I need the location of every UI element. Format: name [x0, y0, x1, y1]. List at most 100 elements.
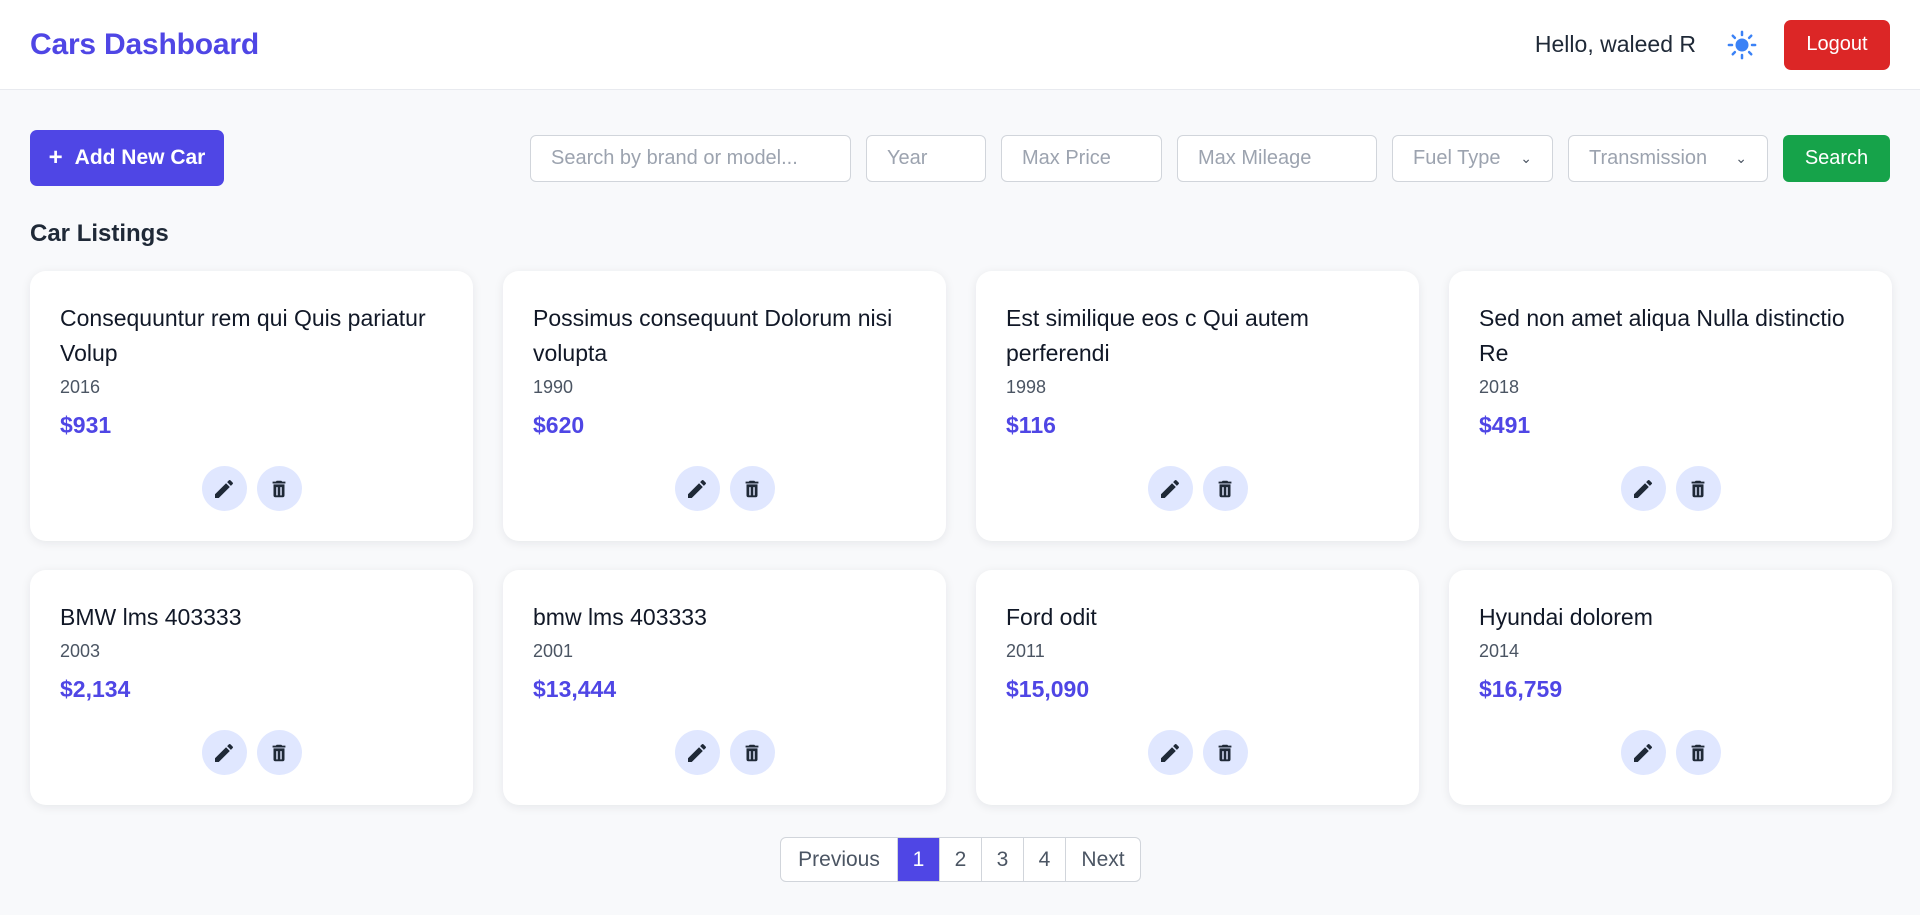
card-actions	[503, 730, 946, 775]
card-actions	[976, 466, 1419, 511]
transmission-select[interactable]: Transmission ⌄	[1568, 134, 1768, 182]
edit-button[interactable]	[201, 466, 247, 511]
car-year: 2018	[1479, 377, 1520, 397]
card-actions	[503, 466, 946, 511]
car-card: Ford odit 2011 $15,090	[976, 570, 1419, 805]
page-button-2[interactable]: 2	[939, 838, 981, 881]
max-mileage-input[interactable]	[1177, 134, 1377, 182]
car-year: 2001	[533, 641, 574, 661]
user-greeting: Hello, waleed R	[1534, 31, 1696, 57]
edit-button[interactable]	[1620, 466, 1666, 511]
page-button-3[interactable]: 3	[981, 838, 1023, 881]
pencil-icon	[1161, 479, 1180, 498]
chevron-down-icon: ⌄	[1735, 149, 1747, 166]
pencil-icon	[215, 479, 234, 498]
car-year: 2014	[1479, 641, 1520, 661]
next-page-button[interactable]: Next	[1065, 838, 1140, 881]
car-card: Hyundai dolorem 2014 $16,759	[1449, 570, 1892, 805]
delete-button[interactable]	[1202, 466, 1248, 511]
add-new-car-button[interactable]: + Add New Car	[30, 130, 224, 186]
car-year: 1998	[1006, 377, 1047, 397]
delete-button[interactable]	[1675, 730, 1721, 775]
delete-button[interactable]	[1675, 466, 1721, 511]
car-price: $931	[60, 412, 112, 438]
pencil-icon	[688, 479, 707, 498]
car-year: 1990	[533, 377, 574, 397]
trash-icon	[1691, 744, 1705, 761]
car-grid-row-2: BMW lms 403333 2003 $2,134 bmw lms 40333…	[0, 570, 1920, 805]
car-card: bmw lms 403333 2001 $13,444	[503, 570, 946, 805]
car-grid-row-1: Consequuntur rem qui Quis pariatur Volup…	[0, 271, 1920, 541]
edit-button[interactable]	[674, 730, 720, 775]
car-price: $16,759	[1479, 676, 1563, 702]
edit-button[interactable]	[1147, 466, 1193, 511]
pencil-icon	[1634, 479, 1653, 498]
transmission-label: Transmission	[1589, 146, 1708, 169]
car-price: $116	[1006, 412, 1056, 438]
car-price: $15,090	[1006, 676, 1090, 702]
car-card: Consequuntur rem qui Quis pariatur Volup…	[30, 271, 473, 541]
car-price: $13,444	[533, 676, 617, 702]
car-price: $491	[1479, 412, 1531, 438]
add-new-car-label: Add New Car	[74, 146, 206, 169]
car-year: 2016	[60, 377, 101, 397]
delete-button[interactable]	[256, 466, 302, 511]
search-input[interactable]	[530, 134, 851, 182]
delete-button[interactable]	[256, 730, 302, 775]
edit-button[interactable]	[201, 730, 247, 775]
theme-toggle-button[interactable]	[1724, 27, 1760, 63]
edit-button[interactable]	[1147, 730, 1193, 775]
car-title: bmw lms 403333	[533, 604, 707, 630]
edit-button[interactable]	[674, 466, 720, 511]
filter-bar: Fuel Type ⌄ Transmission ⌄ Search	[515, 134, 1890, 182]
trash-icon	[1218, 480, 1232, 497]
toolbar: + Add New Car Fuel Type ⌄ Transmission ⌄…	[0, 130, 1920, 186]
car-title: Est similique eos c Qui autem perferendi	[1006, 305, 1309, 366]
car-title: Hyundai dolorem	[1479, 604, 1653, 630]
edit-button[interactable]	[1620, 730, 1666, 775]
car-year: 2011	[1006, 641, 1045, 661]
card-actions	[30, 730, 473, 775]
card-actions	[1449, 730, 1892, 775]
pagination: Previous 1 2 3 4 Next	[780, 837, 1141, 882]
card-actions	[30, 466, 473, 511]
page-button-1[interactable]: 1	[897, 838, 939, 881]
plus-icon: +	[48, 144, 63, 171]
car-price: $620	[533, 412, 585, 438]
trash-icon	[1218, 744, 1232, 761]
car-card: Sed non amet aliqua Nulla distinctio Re …	[1449, 271, 1892, 541]
delete-button[interactable]	[1202, 730, 1248, 775]
max-price-input[interactable]	[1001, 134, 1162, 182]
header-user-area: Hello, waleed R Logout	[1534, 19, 1890, 70]
pencil-icon	[1634, 743, 1653, 762]
top-bar: Cars Dashboard Hello, waleed R Logout	[0, 0, 1920, 90]
search-button[interactable]: Search	[1783, 134, 1890, 182]
sun-icon	[1727, 30, 1757, 59]
car-year: 2003	[60, 641, 101, 661]
car-title: Ford odit	[1006, 604, 1097, 630]
pencil-icon	[1161, 743, 1180, 762]
trash-icon	[1691, 480, 1705, 497]
card-actions	[976, 730, 1419, 775]
fuel-type-label: Fuel Type	[1413, 146, 1501, 169]
trash-icon	[745, 744, 759, 761]
fuel-type-select[interactable]: Fuel Type ⌄	[1392, 134, 1553, 182]
car-price: $2,134	[60, 676, 131, 702]
pencil-icon	[215, 743, 234, 762]
chevron-down-icon: ⌄	[1520, 149, 1532, 166]
previous-page-button[interactable]: Previous	[781, 838, 897, 881]
car-title: Sed non amet aliqua Nulla distinctio Re	[1479, 305, 1845, 366]
page-button-4[interactable]: 4	[1023, 838, 1065, 881]
delete-button[interactable]	[729, 730, 775, 775]
pencil-icon	[688, 743, 707, 762]
car-title: BMW lms 403333	[60, 604, 242, 630]
trash-icon	[745, 480, 759, 497]
delete-button[interactable]	[729, 466, 775, 511]
car-title: Possimus consequunt Dolorum nisi volupta	[533, 305, 893, 366]
car-card: Est similique eos c Qui autem perferendi…	[976, 271, 1419, 541]
logout-button[interactable]: Logout	[1784, 19, 1890, 70]
car-listings-heading: Car Listings	[30, 220, 169, 247]
trash-icon	[272, 480, 286, 497]
year-input[interactable]	[866, 134, 986, 182]
car-title: Consequuntur rem qui Quis pariatur Volup	[60, 305, 426, 366]
